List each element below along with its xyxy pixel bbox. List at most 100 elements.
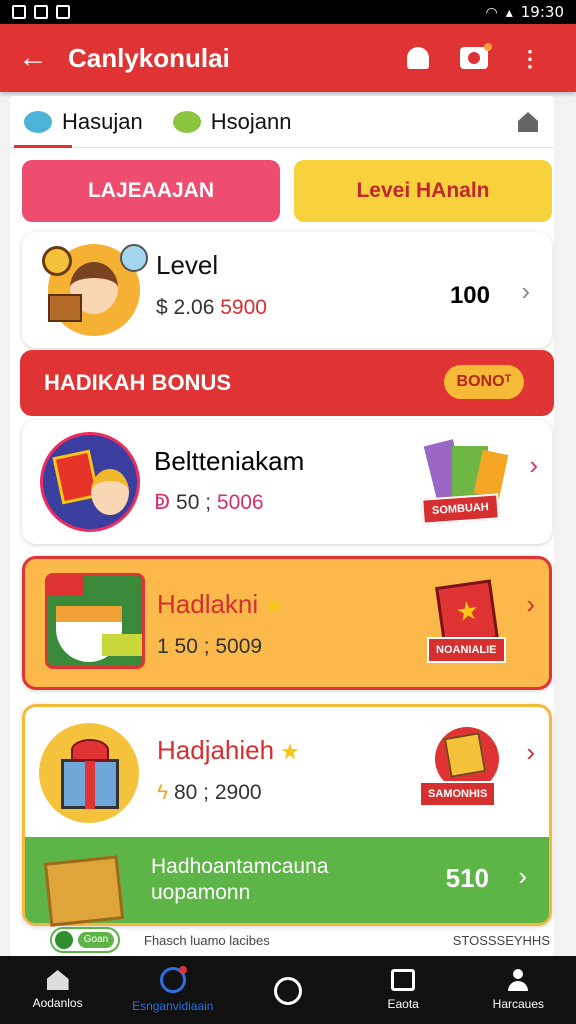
more-menu-icon[interactable]: ⋮ <box>502 47 558 69</box>
gift-badge: SOMBUAH <box>421 439 522 525</box>
label-icon <box>102 634 142 656</box>
user-icon <box>507 969 529 991</box>
chevron-right-icon[interactable]: › <box>518 861 527 892</box>
nav-item-play[interactable]: Esnganvidiaain <box>115 956 230 1024</box>
item-sub-pink: 5006 <box>216 491 264 514</box>
avatar <box>39 723 139 823</box>
status-bar: ◠ ▴ 19:30 <box>0 0 576 24</box>
footer-text: Fhasch luamo lacibes <box>144 932 270 948</box>
nav-label: Esnganvidiaain <box>132 999 214 1013</box>
home-icon <box>46 970 69 990</box>
avatar <box>42 244 148 336</box>
level-value: 100 <box>449 282 490 309</box>
face-icon <box>91 469 129 515</box>
play-icon <box>159 966 187 993</box>
item-title: Beltteniakam <box>154 446 305 476</box>
promo-value: 510 <box>445 863 489 893</box>
chevron-right-icon[interactable]: › <box>526 737 535 768</box>
badge-tag: NOANIALIE <box>427 637 506 663</box>
tab-hsojann[interactable]: Hsojann <box>172 108 292 135</box>
promo-line-2: uopamonn <box>151 881 251 904</box>
clock: 19:30 <box>520 3 564 21</box>
level-title: Level <box>156 250 219 280</box>
food-image <box>45 573 145 669</box>
level-subtitle: $ 2.06 5900 <box>156 296 267 320</box>
camera-dot <box>484 43 492 51</box>
chevron-right-icon[interactable]: › <box>529 450 538 481</box>
level-sub-prefix: $ 2.06 <box>156 296 215 319</box>
cheese-icon <box>443 732 487 778</box>
treasure-chest-icon <box>43 855 125 927</box>
home-icon[interactable] <box>518 112 538 132</box>
bell-button[interactable] <box>390 47 446 69</box>
coin-icon <box>42 246 72 276</box>
nav-label: Aodanlos <box>32 996 83 1010</box>
nav-item-box[interactable]: Eaota <box>346 956 461 1024</box>
tab-indicator <box>14 145 72 148</box>
nav-item-home[interactable]: Aodanlos <box>0 956 115 1024</box>
badge-tag: SOMBUAH <box>421 493 500 525</box>
tab-label: Hsojann <box>210 108 292 134</box>
cup-badge: NOANIALIE <box>427 579 515 663</box>
notification-icon-2 <box>34 5 48 19</box>
speech-bubble-icon <box>120 244 148 272</box>
list-item[interactable]: Beltteniakam ↁ 50 ; 5006 SOMBUAH › <box>22 420 552 544</box>
bell-icon <box>407 47 429 69</box>
notification-icon-3 <box>56 5 70 19</box>
camera-icon <box>460 43 492 69</box>
page-title: Canlykonulai <box>68 42 230 73</box>
item-title-text: Hadlakni <box>157 589 259 619</box>
bee-icon <box>172 110 201 133</box>
item-sub-text: 80 ; 2900 <box>173 781 262 804</box>
item-subtitle: 1 50 ; 5009 <box>157 635 263 658</box>
item-title: Hadlakni ★ <box>157 589 284 620</box>
signal-icon: ▴ <box>505 3 513 20</box>
level-card[interactable]: Level $ 2.06 5900 100 › <box>22 232 552 348</box>
item-sub-icon: ↁ <box>154 491 171 514</box>
item-title: Hadjahieh ★ <box>157 735 300 766</box>
item-subtitle: ↁ 50 ; 5006 <box>154 491 264 514</box>
wifi-icon: ◠ <box>485 3 498 20</box>
item-subtitle: ϟ 80 ; 2900 <box>157 781 262 805</box>
bee-icon <box>24 110 52 133</box>
box-icon <box>391 969 416 991</box>
item-title-text: Hadjahieh <box>157 735 275 765</box>
toggle-chip[interactable]: Goan <box>50 927 120 953</box>
footer-code: STOSSSEYHHS <box>452 932 550 948</box>
nav-item-profile[interactable]: Harcaues <box>461 956 576 1024</box>
label-icon <box>48 576 84 596</box>
app-bar: ← Canlykonulai ⋮ <box>0 24 576 92</box>
box-icon <box>48 294 82 322</box>
chevron-right-icon[interactable]: › <box>526 589 535 620</box>
chip-label: Goan <box>78 932 114 948</box>
bottom-nav: Aodanlos Esnganvidiaain Eaota Harcaues <box>0 956 576 1024</box>
lightning-icon: ϟ <box>157 781 169 804</box>
tab-label: Hasujan <box>62 108 143 134</box>
pink-action-button[interactable]: LAJEAAJAN <box>22 160 280 222</box>
nav-item-center[interactable] <box>230 956 345 1024</box>
green-promo-bar[interactable]: Hadhoantamcauna uopamonn 510 › <box>25 837 549 927</box>
notification-icon <box>12 5 26 19</box>
badge-tag: SAMONHIS <box>419 781 497 807</box>
bow-icon <box>71 739 109 761</box>
yellow-action-button[interactable]: Levei HAnaln <box>294 160 552 222</box>
chip-dot-icon <box>55 931 73 949</box>
list-item[interactable]: Hadlakni★ 1 50 ; 5009 NOANIALIE › <box>22 556 552 690</box>
tab-bar: Hasujan Hsojann <box>10 96 554 148</box>
ribbon-icon <box>85 759 95 809</box>
cheese-badge: SAMONHIS <box>419 727 515 807</box>
promo-line-1: Hadhoantamcauna <box>151 855 329 878</box>
bonus-bar[interactable]: HADIKAH BONUS BONOᵀ <box>20 350 554 416</box>
list-item[interactable]: Hadjahieh ★ ϟ 80 ; 2900 SAMONHIS › Hadhoa… <box>22 704 552 927</box>
nav-label: Harcaues <box>492 997 545 1011</box>
star-icon: ★ <box>264 593 284 618</box>
arrow-left-icon[interactable]: ← <box>18 41 58 75</box>
bonus-button[interactable]: BONOᵀ <box>444 365 524 399</box>
nav-label: Eaota <box>387 997 419 1011</box>
circle-icon <box>273 977 302 1005</box>
star-icon: ★ <box>280 739 300 764</box>
tab-hasujan[interactable]: Hasujan <box>24 109 143 135</box>
camera-button[interactable] <box>446 43 502 69</box>
chevron-right-icon[interactable]: › <box>521 276 530 307</box>
level-sub-red: 5900 <box>220 296 267 319</box>
